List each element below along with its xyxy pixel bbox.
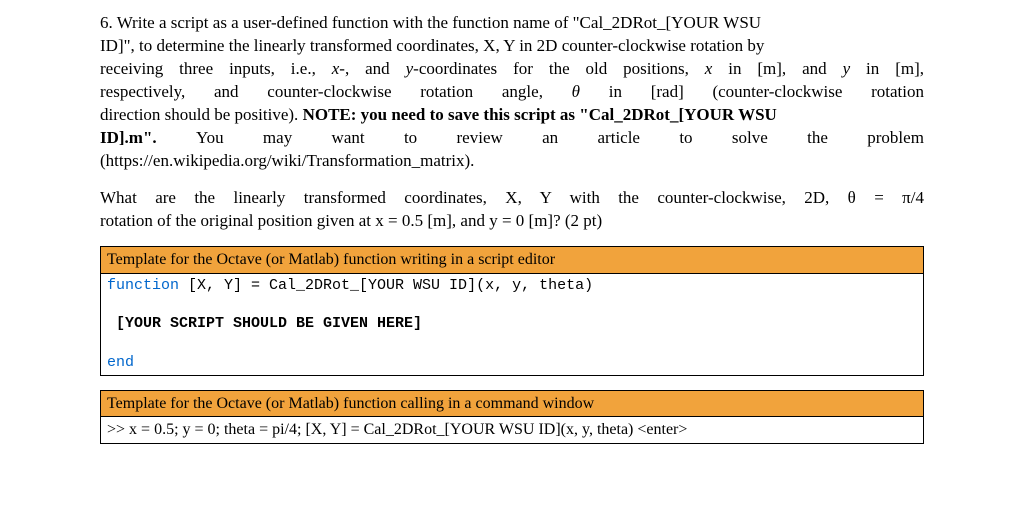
text: in [rad] (counter-clockwise rotation [580, 82, 924, 101]
text: -coordinates for the old positions, [413, 59, 705, 78]
text: -, and [339, 59, 405, 78]
var-y: y [843, 59, 851, 78]
note-text-end: ID].m". [100, 127, 157, 150]
text: may [263, 127, 292, 150]
keyword-function: function [107, 277, 179, 294]
text: article [598, 127, 640, 150]
var-x: x [375, 211, 384, 230]
blank-line [107, 335, 917, 353]
text: to [679, 127, 692, 150]
problem-line-1: 6. Write a script as a user-defined func… [100, 12, 924, 35]
var-theta: θ [572, 82, 580, 101]
text: solve [732, 127, 768, 150]
text: to [404, 127, 417, 150]
text: in [m], and [712, 59, 842, 78]
template-header: Template for the Octave (or Matlab) func… [101, 247, 923, 274]
keyword-end: end [107, 354, 134, 371]
text: problem [867, 127, 924, 150]
text: rotation of the original position given … [100, 211, 375, 230]
text: = π/4 [856, 188, 924, 207]
text: receiving three inputs, i.e., [100, 59, 332, 78]
template-script-editor: Template for the Octave (or Matlab) func… [100, 246, 924, 375]
problem-line-2: ID]", to determine the linearly transfor… [100, 35, 924, 58]
problem-line-6: ID].m". You may want to review an articl… [100, 127, 924, 150]
var-y: y [489, 211, 498, 230]
problem-line-5: direction should be positive). NOTE: you… [100, 104, 924, 127]
text: review [457, 127, 503, 150]
question-text: What are the linearly transformed coordi… [100, 187, 924, 233]
question-line-1: What are the linearly transformed coordi… [100, 187, 924, 210]
code-line-end: end [107, 353, 917, 373]
blank-line [107, 296, 917, 314]
template-command-window: Template for the Octave (or Matlab) func… [100, 390, 924, 444]
text: the [807, 127, 828, 150]
text: an [542, 127, 558, 150]
command-call: >> x = 0.5; y = 0; theta = pi/4; [X, Y] … [101, 417, 923, 443]
text: in [m], [850, 59, 924, 78]
code-line-function: function [X, Y] = Cal_2DRot_[YOUR WSU ID… [107, 276, 917, 296]
question-line-2: rotation of the original position given … [100, 210, 924, 233]
text: direction should be positive). [100, 105, 303, 124]
problem-line-7: (https://en.wikipedia.org/wiki/Transform… [100, 150, 924, 173]
template-header: Template for the Octave (or Matlab) func… [101, 391, 923, 418]
text: = 0.5 [m], and [384, 211, 489, 230]
text: respectively, and counter-clockwise rota… [100, 82, 572, 101]
code-placeholder: [YOUR SCRIPT SHOULD BE GIVEN HERE] [107, 314, 917, 334]
problem-line-3: receiving three inputs, i.e., x-, and y-… [100, 58, 924, 81]
text: You [196, 127, 224, 150]
note-text: NOTE: you need to save this script as "C… [303, 105, 777, 124]
var-theta: θ [848, 188, 856, 207]
template-body: function [X, Y] = Cal_2DRot_[YOUR WSU ID… [101, 274, 923, 375]
problem-line-4: respectively, and counter-clockwise rota… [100, 81, 924, 104]
code-text: [X, Y] = Cal_2DRot_[YOUR WSU ID](x, y, t… [179, 277, 593, 294]
problem-statement: 6. Write a script as a user-defined func… [100, 12, 924, 173]
text: = 0 [m]? (2 pt) [498, 211, 602, 230]
text: want [332, 127, 365, 150]
text: What are the linearly transformed coordi… [100, 188, 848, 207]
